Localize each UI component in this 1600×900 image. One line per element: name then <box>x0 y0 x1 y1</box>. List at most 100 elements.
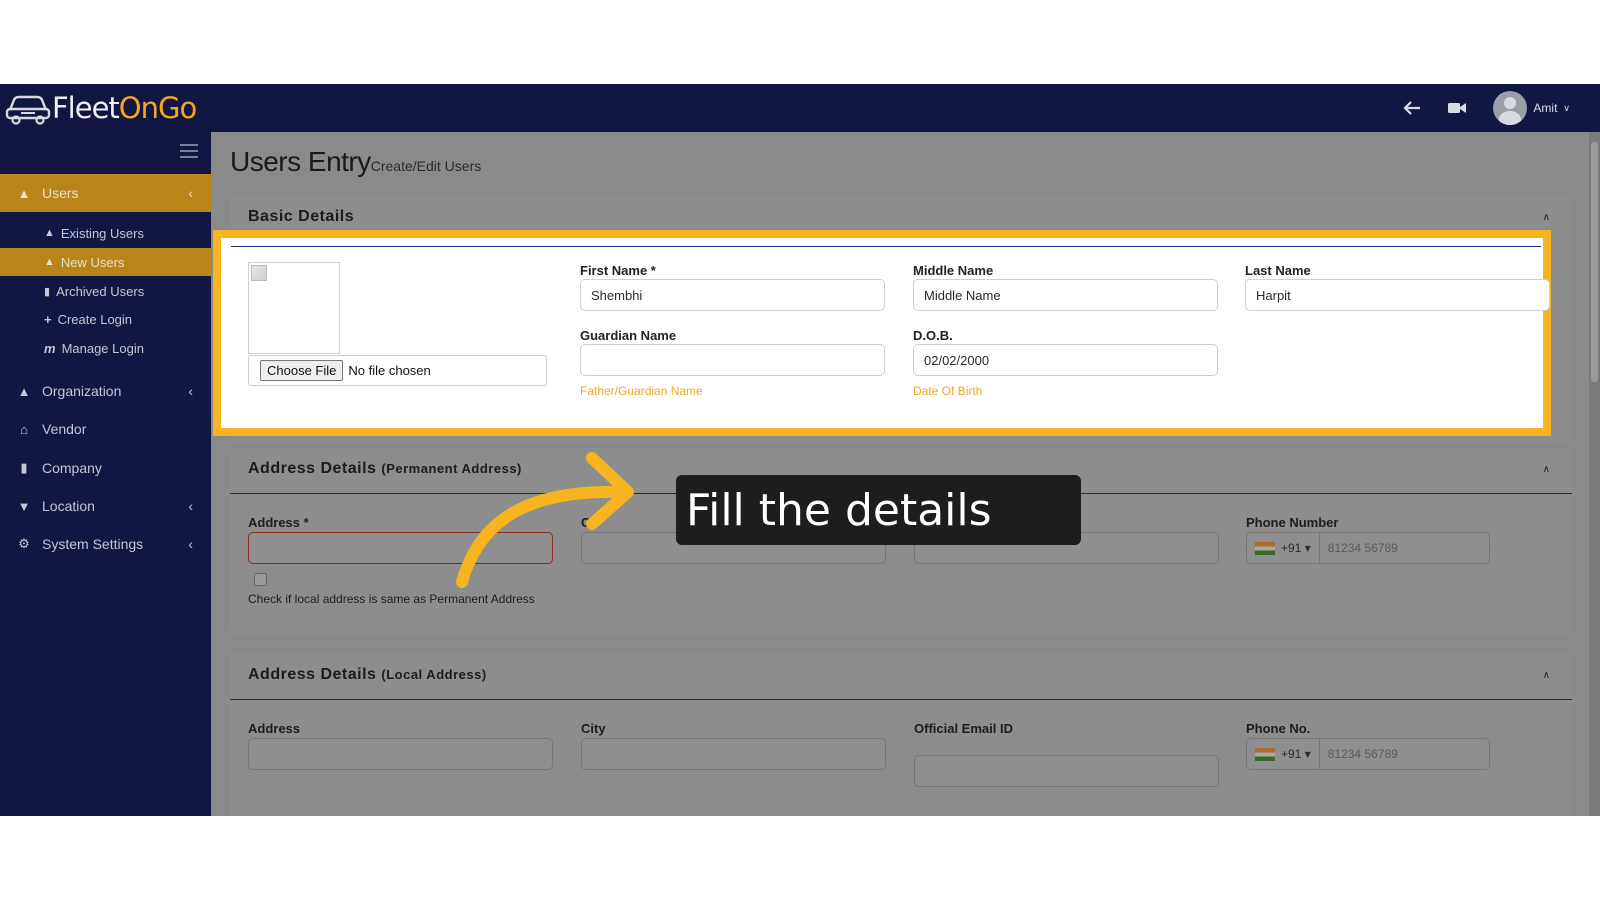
chevron-down-icon: ∨ <box>1563 102 1570 113</box>
tutorial-callout: Fill the details <box>676 475 1081 545</box>
phone-placeholder: 81234 56789 <box>1327 541 1398 555</box>
local-address-input[interactable] <box>248 738 553 770</box>
choose-file-button[interactable]: Choose File <box>260 360 344 381</box>
collapse-caret-icon[interactable]: ∧ <box>1543 212 1550 223</box>
sidebar-subitem-label: New Users <box>60 254 125 270</box>
phone-placeholder: 81234 56789 <box>1327 747 1398 761</box>
local-heading-text: Address Details <box>248 666 377 683</box>
chevron-left-icon: ‹ <box>188 383 193 399</box>
local-address-card: Address Details (Local Address) ∧ Addres… <box>230 652 1572 816</box>
user-name: Amit <box>1533 101 1558 115</box>
sidebar-subitem-new-users[interactable]: ▲ New Users <box>0 248 211 276</box>
sidebar-subitem-existing-users[interactable]: ▲ Existing Users <box>0 219 211 247</box>
chevron-left-icon: ‹ <box>188 185 193 201</box>
country-code-text: +91 <box>1281 747 1302 761</box>
collapse-caret-icon[interactable]: ∧ <box>1543 464 1550 475</box>
file-upload-field[interactable]: Choose File No file chosen <box>248 355 547 386</box>
plus-icon: + <box>44 311 52 327</box>
dob-label: D.O.B. <box>913 328 953 343</box>
official-email-label: Official Email ID <box>914 721 1013 736</box>
local-phone-label: Phone No. <box>1246 721 1311 736</box>
sidebar-item-label: Company <box>42 460 102 476</box>
gear-icon: ⚙ <box>18 536 30 551</box>
local-phone-input[interactable]: +91 ▾ 81234 56789 <box>1246 738 1490 770</box>
permanent-heading-text: Address Details <box>248 460 377 477</box>
divider <box>231 246 1541 247</box>
profile-photo-placeholder <box>248 262 340 354</box>
sidebar: ▲ Users ‹ ▲ Existing Users ▲ New Users ▮… <box>0 132 211 816</box>
sidebar-item-location[interactable]: ▼ Location ‹ <box>0 487 211 525</box>
sidebar-item-company[interactable]: ▮ Company <box>0 449 211 487</box>
india-flag-icon <box>1255 541 1275 555</box>
video-camera-icon[interactable] <box>1447 101 1467 115</box>
country-code-select[interactable]: +91 ▾ <box>1275 532 1320 564</box>
back-arrow-icon[interactable] <box>1403 101 1421 115</box>
sidebar-subitem-label: Create Login <box>57 311 133 327</box>
sidebar-item-users[interactable]: ▲ Users ‹ <box>0 174 211 212</box>
menu-toggle-icon[interactable] <box>180 144 198 158</box>
last-name-input[interactable]: Harpit <box>1245 279 1550 311</box>
sidebar-item-label: Users <box>42 185 79 201</box>
trash-icon: ▮ <box>44 285 51 298</box>
scrollbar-thumb[interactable] <box>1591 142 1598 382</box>
dob-input[interactable]: 02/02/2000 <box>913 344 1218 376</box>
guardian-name-input[interactable] <box>580 344 885 376</box>
same-address-checkbox[interactable] <box>254 573 267 586</box>
user-icon: ▲ <box>44 227 55 239</box>
local-city-label: City <box>581 721 606 736</box>
user-icon: ▲ <box>44 256 55 268</box>
user-icon: ▲ <box>17 185 31 201</box>
sidebar-item-vendor[interactable]: ⌂ Vendor <box>0 410 211 448</box>
page-subtitle: Create/Edit Users <box>370 158 482 174</box>
permanent-phone-input[interactable]: +91 ▾ 81234 56789 <box>1246 532 1490 564</box>
scrollbar[interactable] <box>1589 132 1600 816</box>
india-flag-icon <box>1255 747 1275 761</box>
local-address-heading: Address Details (Local Address) <box>248 666 487 684</box>
sidebar-subitem-create-login[interactable]: + Create Login <box>0 305 211 333</box>
permanent-address-label: Address * <box>248 515 309 530</box>
m-icon: m <box>44 340 56 356</box>
sidebar-item-label: Location <box>42 498 95 514</box>
sidebar-subitem-label: Manage Login <box>61 340 144 356</box>
collapse-caret-icon[interactable]: ∧ <box>1543 670 1550 681</box>
sidebar-subitem-manage-login[interactable]: m Manage Login <box>0 334 211 362</box>
first-name-input[interactable]: Shembhi <box>580 279 885 311</box>
car-icon <box>5 95 51 125</box>
country-code-select[interactable]: +91 ▾ <box>1275 738 1320 770</box>
home-icon: ⌂ <box>20 421 28 437</box>
middle-name-input[interactable]: Middle Name <box>913 279 1218 311</box>
sidebar-item-system-settings[interactable]: ⚙ System Settings ‹ <box>0 525 211 563</box>
file-status-text: No file chosen <box>348 363 431 378</box>
country-code-text: +91 <box>1281 541 1302 555</box>
top-actions: Amit ∨ <box>1403 84 1570 132</box>
avatar <box>1493 91 1528 125</box>
page-title-text: Users Entry <box>230 146 371 177</box>
official-email-input[interactable] <box>914 755 1219 787</box>
sidebar-subitem-label: Existing Users <box>60 225 144 241</box>
logo[interactable]: FleetOnGo <box>4 90 197 126</box>
middle-name-label: Middle Name <box>913 263 994 278</box>
logo-text: FleetOnGo <box>52 91 197 125</box>
local-city-input[interactable] <box>581 738 886 770</box>
app-window: FleetOnGo Amit ∨ ▲ Users ‹ ▲ Existing Us… <box>0 84 1600 816</box>
basic-details-heading: Basic Details <box>248 208 355 225</box>
sidebar-item-organization[interactable]: ▲ Organization ‹ <box>0 372 211 410</box>
top-bar: FleetOnGo Amit ∨ <box>0 84 1600 132</box>
chevron-left-icon: ‹ <box>188 536 193 552</box>
local-address-label: Address <box>248 721 301 736</box>
user-menu[interactable]: Amit ∨ <box>1493 91 1570 125</box>
permanent-phone-label: Phone Number <box>1246 515 1339 530</box>
first-name-label: First Name * <box>580 263 656 278</box>
sidebar-item-label: Organization <box>42 383 122 399</box>
last-name-label: Last Name <box>1245 263 1311 278</box>
building-icon: ▮ <box>20 460 28 475</box>
sidebar-subitem-archived-users[interactable]: ▮ Archived Users <box>0 277 211 305</box>
sidebar-item-label: System Settings <box>42 536 144 552</box>
highlighted-basic-details-form: Choose File No file chosen First Name * … <box>213 230 1551 436</box>
divider <box>230 699 1572 700</box>
user-icon: ▲ <box>17 383 31 399</box>
sidebar-item-label: Vendor <box>42 421 87 437</box>
sidebar-subitem-label: Archived Users <box>56 283 145 299</box>
local-heading-sub: (Local Address) <box>381 667 487 682</box>
chevron-left-icon: ‹ <box>188 498 193 514</box>
